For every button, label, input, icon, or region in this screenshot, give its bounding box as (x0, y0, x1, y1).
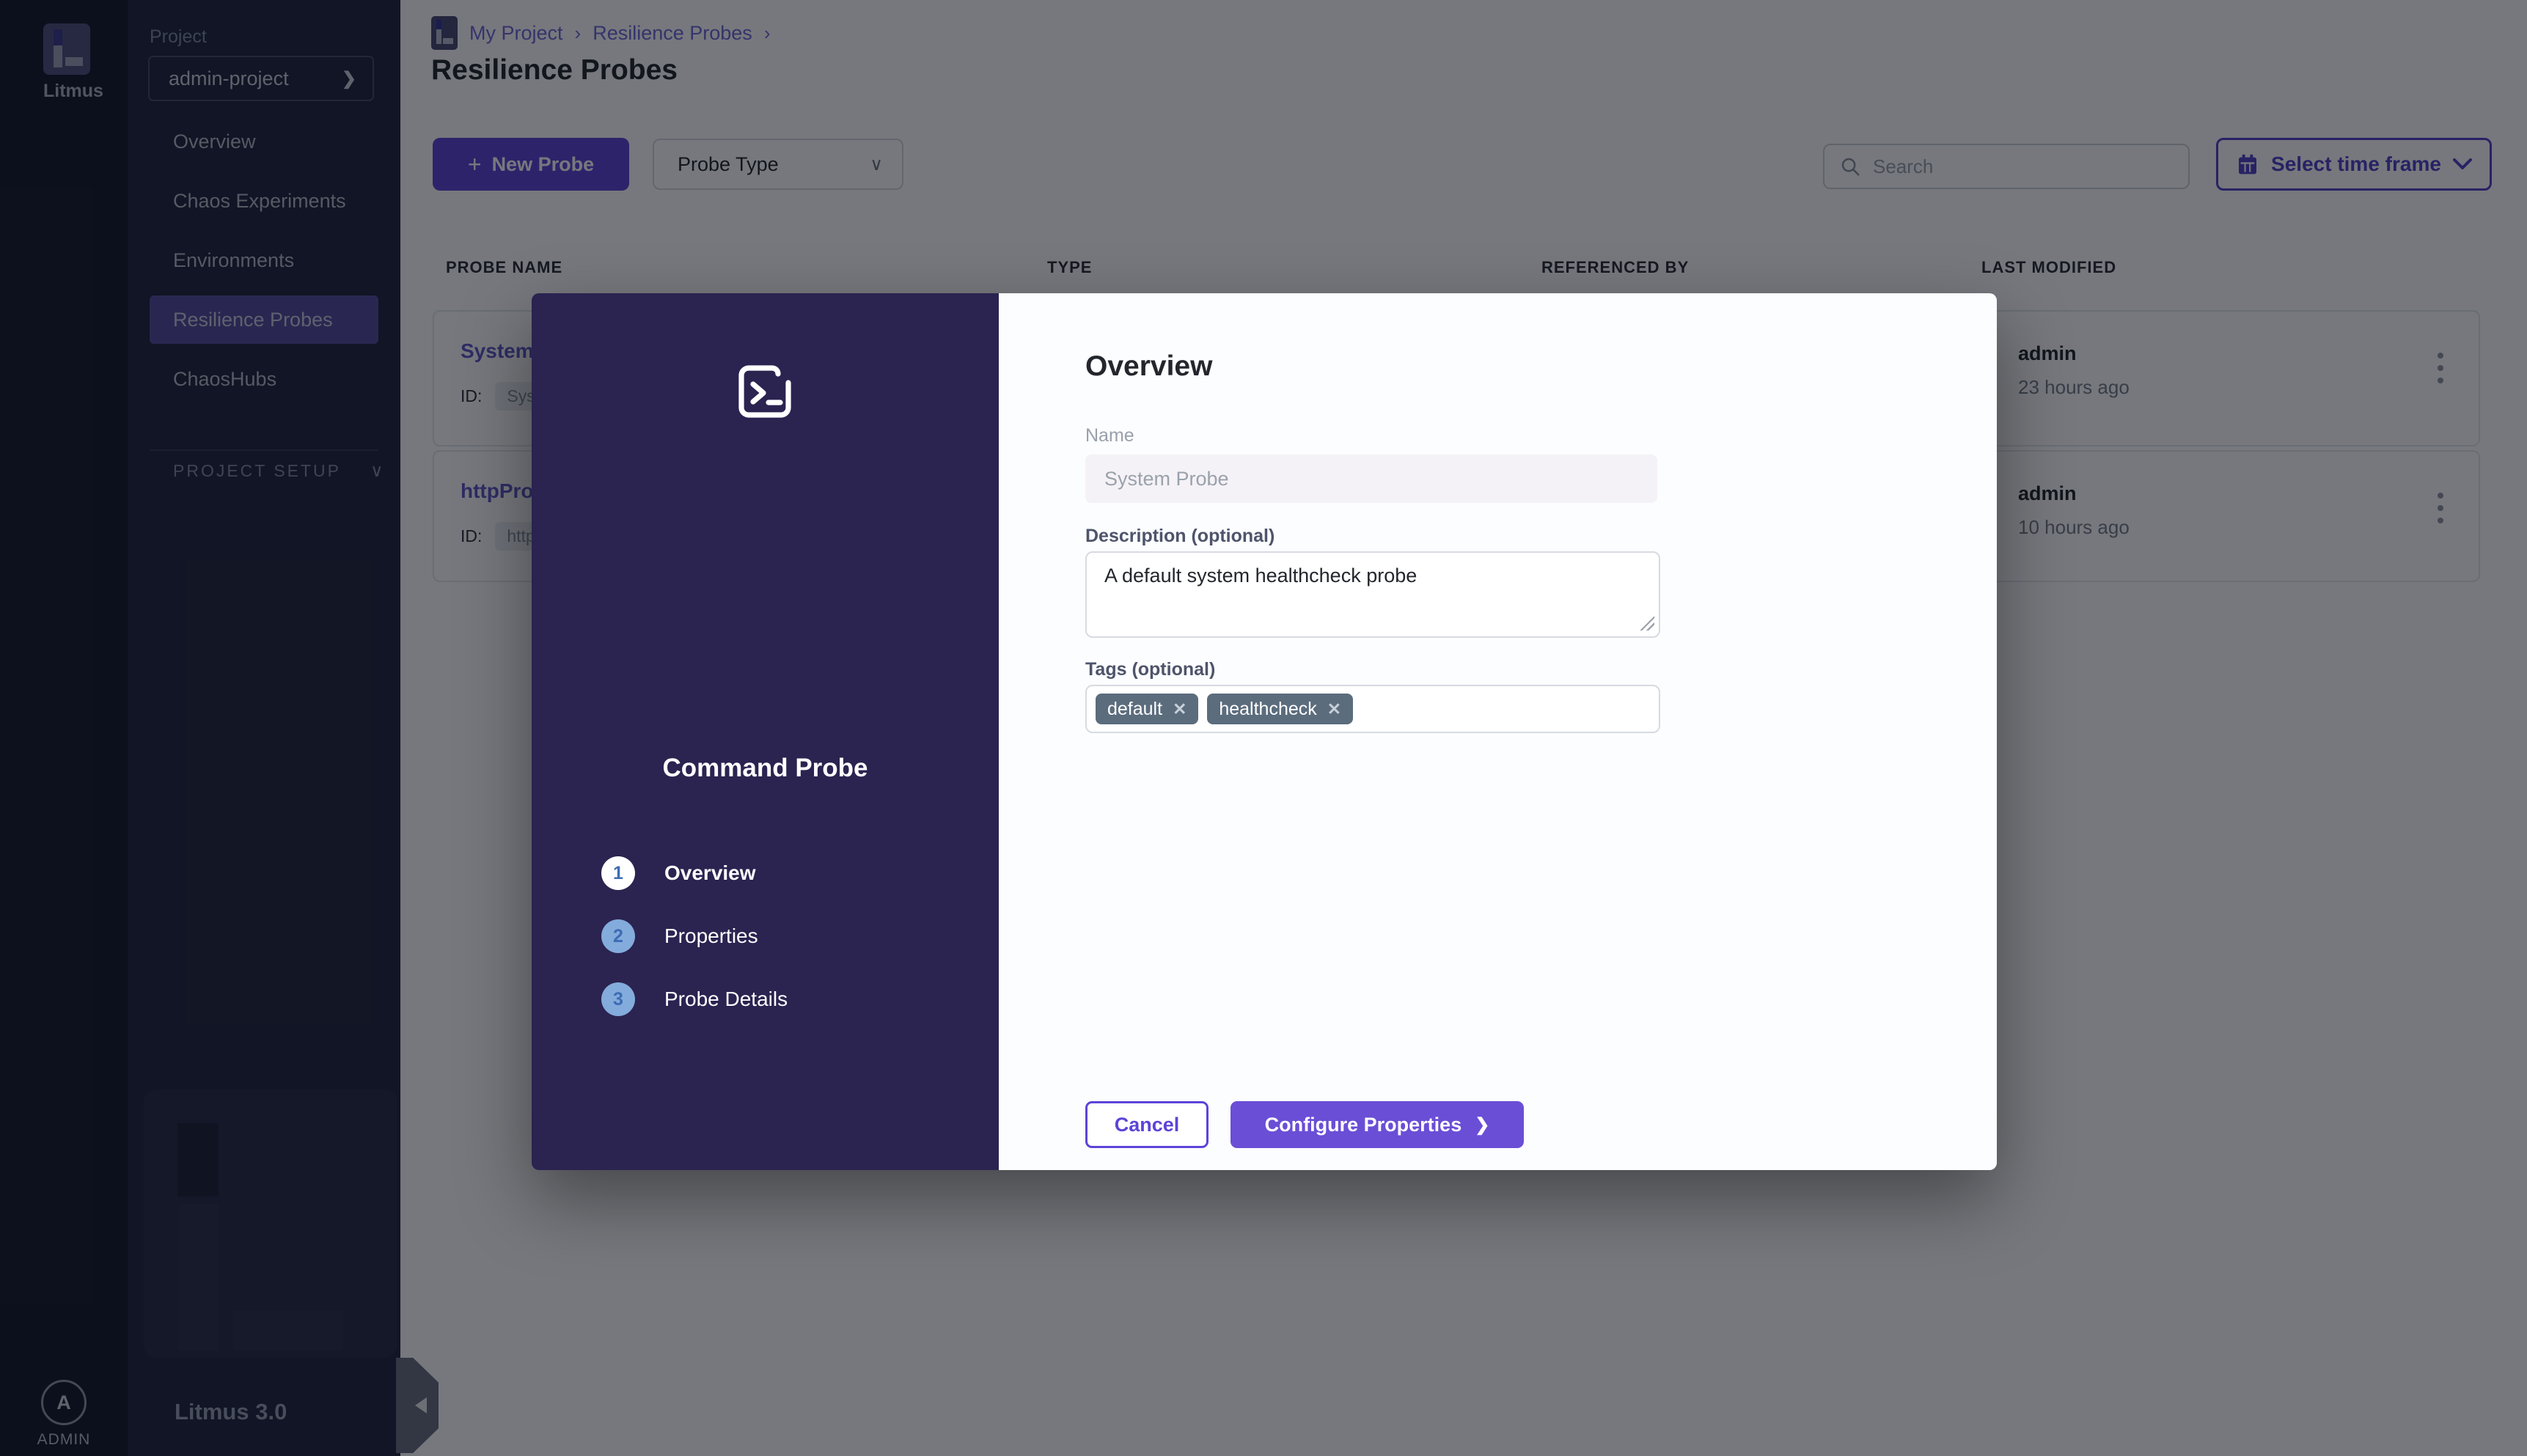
tag-chip-label: default (1107, 698, 1163, 719)
wizard-step-properties[interactable]: 2 Properties (601, 919, 788, 953)
step-number: 1 (601, 856, 635, 890)
probe-wizard-modal: Command Probe 1 Overview 2 Properties 3 … (532, 293, 1997, 1170)
description-textarea[interactable]: A default system healthcheck probe (1085, 551, 1660, 638)
wizard-panel: Command Probe 1 Overview 2 Properties 3 … (532, 293, 999, 1170)
tag-chip-label: healthcheck (1219, 698, 1317, 719)
remove-tag-icon[interactable]: ✕ (1173, 699, 1187, 719)
step-label: Overview (664, 861, 756, 884)
overview-heading: Overview (1085, 350, 1213, 382)
chevron-right-icon: ❯ (1475, 1114, 1490, 1135)
step-label: Probe Details (664, 988, 788, 1010)
app-screen: Litmus A ADMIN Project admin-project ❯ O… (0, 0, 2527, 1456)
name-label: Name (1085, 425, 1134, 446)
wizard-step-probe-details[interactable]: 3 Probe Details (601, 982, 788, 1016)
step-number: 3 (601, 982, 635, 1016)
wizard-title: Command Probe (662, 754, 868, 782)
tag-chip: healthcheck ✕ (1207, 694, 1354, 724)
name-field: System Probe (1085, 455, 1657, 503)
cancel-button[interactable]: Cancel (1085, 1101, 1209, 1148)
configure-properties-button[interactable]: Configure Properties ❯ (1231, 1101, 1524, 1148)
name-field-value: System Probe (1104, 467, 1229, 490)
remove-tag-icon[interactable]: ✕ (1327, 699, 1341, 719)
step-number: 2 (601, 919, 635, 953)
tags-input[interactable]: default ✕ healthcheck ✕ (1085, 685, 1660, 733)
wizard-step-overview[interactable]: 1 Overview (601, 856, 788, 890)
step-label: Properties (664, 924, 758, 947)
tags-label: Tags (optional) (1085, 659, 1216, 680)
wizard-steps: 1 Overview 2 Properties 3 Probe Details (601, 856, 788, 1045)
terminal-icon (738, 365, 791, 418)
description-label: Description (optional) (1085, 526, 1275, 546)
configure-properties-label: Configure Properties (1264, 1113, 1462, 1136)
tag-chip: default ✕ (1096, 694, 1199, 724)
wizard-body: Overview Name System Probe Description (… (999, 293, 1997, 1170)
